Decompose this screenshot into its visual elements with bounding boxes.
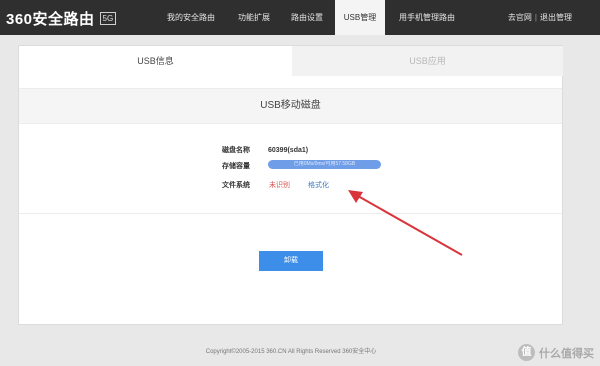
watermark-logo-icon: 值 — [518, 344, 535, 361]
annotation-arrow — [348, 190, 463, 256]
watermark-text: 什么值得买 — [539, 347, 594, 360]
copyright: Copyright©2005-2015 360.CN All Rights Re… — [205, 349, 377, 355]
watermark: 值 什么值得买 — [518, 344, 594, 361]
